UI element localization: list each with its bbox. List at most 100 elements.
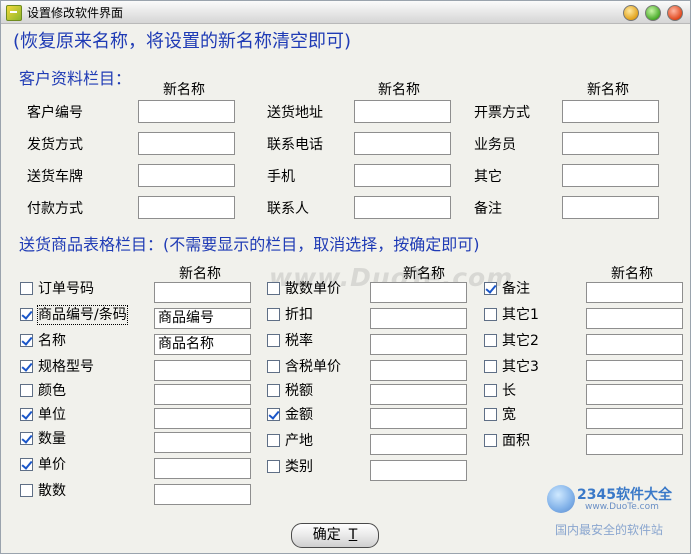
minimize-button[interactable] [623,5,639,21]
column-checkbox[interactable] [267,434,280,447]
column-checkbox[interactable] [20,484,33,497]
column-checkbox[interactable] [484,408,497,421]
column-new-name-input[interactable] [370,408,467,429]
column-new-name-input[interactable] [370,334,467,355]
column-checkbox[interactable] [20,432,33,445]
maximize-button[interactable] [645,5,661,21]
ok-button[interactable]: 确定 T [291,523,379,548]
column-new-name-input[interactable] [370,282,467,303]
column-checkbox-label[interactable]: 金额 [285,406,313,424]
column-checkbox-label[interactable]: 单价 [38,456,66,474]
column-checkbox-label[interactable]: 散数单价 [285,280,341,298]
customer-field-input[interactable] [562,100,659,123]
column-checkbox[interactable] [267,308,280,321]
column-checkbox[interactable] [267,384,280,397]
column-new-name-input[interactable] [586,308,683,329]
column-checkbox-label[interactable]: 类别 [285,458,313,476]
column-new-name-input[interactable] [154,360,251,381]
column-checkbox-label[interactable]: 税额 [285,382,313,400]
column-new-name-input[interactable] [586,360,683,381]
column-checkbox[interactable] [20,360,33,373]
column-checkbox[interactable] [20,458,33,471]
column-checkbox-label[interactable]: 颜色 [38,382,66,400]
customer-field-input[interactable] [138,164,235,187]
column-new-name-input[interactable] [586,408,683,429]
customer-field-label: 客户编号 [27,105,83,121]
column-new-name-input[interactable] [370,434,467,455]
column-new-name-input[interactable] [154,408,251,429]
customer-field-input[interactable] [138,132,235,155]
customer-field-input[interactable] [562,164,659,187]
column-checkbox[interactable] [484,282,497,295]
column-checkbox-label[interactable]: 含税单价 [285,358,341,376]
column-checkbox[interactable] [20,308,33,321]
column-checkbox[interactable] [20,282,33,295]
column-checkbox-label[interactable]: 规格型号 [38,358,94,376]
column-checkbox-label[interactable]: 名称 [38,332,66,350]
column-new-name-input[interactable] [370,308,467,329]
column-checkbox[interactable] [267,334,280,347]
column-checkbox-label[interactable]: 税率 [285,332,313,350]
column-new-name-input[interactable] [154,384,251,405]
column-checkbox-label[interactable]: 其它2 [502,332,539,350]
column-checkbox-label[interactable]: 其它1 [502,306,539,324]
column-checkbox[interactable] [267,460,280,473]
customer-field-input[interactable] [562,196,659,219]
column-checkbox[interactable] [484,434,497,447]
customer-header-1: 新名称 [163,82,205,98]
column-checkbox-label[interactable]: 产地 [285,432,313,450]
column-checkbox-label[interactable]: 散数 [38,482,66,500]
column-checkbox[interactable] [267,408,280,421]
customer-field-input[interactable] [138,100,235,123]
column-checkbox[interactable] [20,334,33,347]
column-checkbox-label[interactable]: 其它3 [502,358,539,376]
customer-field-input[interactable] [354,100,451,123]
column-new-name-input[interactable]: 商品名称 [154,334,251,355]
title-bar[interactable]: 设置修改软件界面 [1,1,690,24]
column-new-name-input[interactable] [586,334,683,355]
column-checkbox-label[interactable]: 订单号码 [38,280,94,298]
customer-field-label: 其它 [474,169,502,185]
column-new-name-input[interactable]: 商品编号 [154,308,251,329]
column-checkbox-label[interactable]: 折扣 [285,306,313,324]
customer-field-input[interactable] [138,196,235,219]
goods-header-2: 新名称 [403,266,445,282]
customer-field-label: 联系电话 [267,137,323,153]
logo-globe-icon [547,485,575,513]
column-new-name-input[interactable] [154,282,251,303]
column-checkbox-label[interactable]: 长 [502,382,516,400]
column-new-name-input[interactable] [154,484,251,505]
column-new-name-input[interactable] [154,458,251,479]
column-new-name-input[interactable] [370,384,467,405]
customer-header-2: 新名称 [378,82,420,98]
column-new-name-input[interactable] [154,432,251,453]
column-checkbox-label[interactable]: 宽 [502,406,516,424]
customer-field-input[interactable] [354,132,451,155]
column-checkbox-label[interactable]: 备注 [502,280,530,298]
column-checkbox[interactable] [484,334,497,347]
column-checkbox[interactable] [484,360,497,373]
column-checkbox[interactable] [267,282,280,295]
column-new-name-input[interactable] [586,384,683,405]
customer-field-input[interactable] [562,132,659,155]
column-checkbox-label[interactable]: 单位 [38,406,66,424]
logo-footer: 国内最安全的软件站 [555,523,664,537]
column-checkbox-label[interactable]: 面积 [502,432,530,450]
column-checkbox[interactable] [484,308,497,321]
column-checkbox-label[interactable]: 商品编号/条码 [37,305,128,325]
column-checkbox-label[interactable]: 数量 [38,430,66,448]
customer-field-label: 业务员 [474,137,516,153]
customer-field-input[interactable] [354,164,451,187]
goods-header-3: 新名称 [611,266,653,282]
column-checkbox[interactable] [20,384,33,397]
column-new-name-input[interactable] [370,460,467,481]
customer-field-input[interactable] [354,196,451,219]
column-checkbox[interactable] [484,384,497,397]
column-new-name-input[interactable] [586,434,683,455]
column-new-name-input[interactable] [370,360,467,381]
restore-hint: (恢复原来名称，将设置的新名称清空即可) [13,31,352,52]
column-checkbox[interactable] [267,360,280,373]
close-button[interactable] [667,5,683,21]
column-checkbox[interactable] [20,408,33,421]
column-new-name-input[interactable] [586,282,683,303]
